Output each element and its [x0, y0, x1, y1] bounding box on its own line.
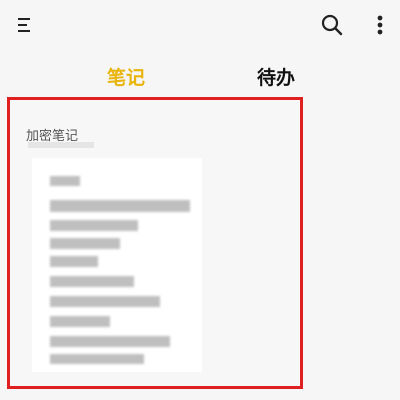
search-icon[interactable]	[320, 13, 344, 37]
tab-notes[interactable]: 笔记	[96, 64, 156, 100]
tab-todo[interactable]: 待办	[246, 64, 306, 100]
encrypted-note-card[interactable]: 加密笔记	[10, 100, 300, 386]
highlight-frame: 加密笔记	[7, 97, 303, 389]
menu-icon[interactable]	[14, 14, 36, 36]
blurred-note-preview	[32, 158, 202, 372]
more-vertical-icon[interactable]	[370, 13, 390, 37]
blurred-content	[32, 158, 202, 372]
title-underline-shadow	[28, 142, 94, 148]
tab-todo-label: 待办	[256, 67, 295, 89]
top-app-bar	[0, 0, 400, 56]
tab-notes-label: 笔记	[106, 67, 145, 89]
